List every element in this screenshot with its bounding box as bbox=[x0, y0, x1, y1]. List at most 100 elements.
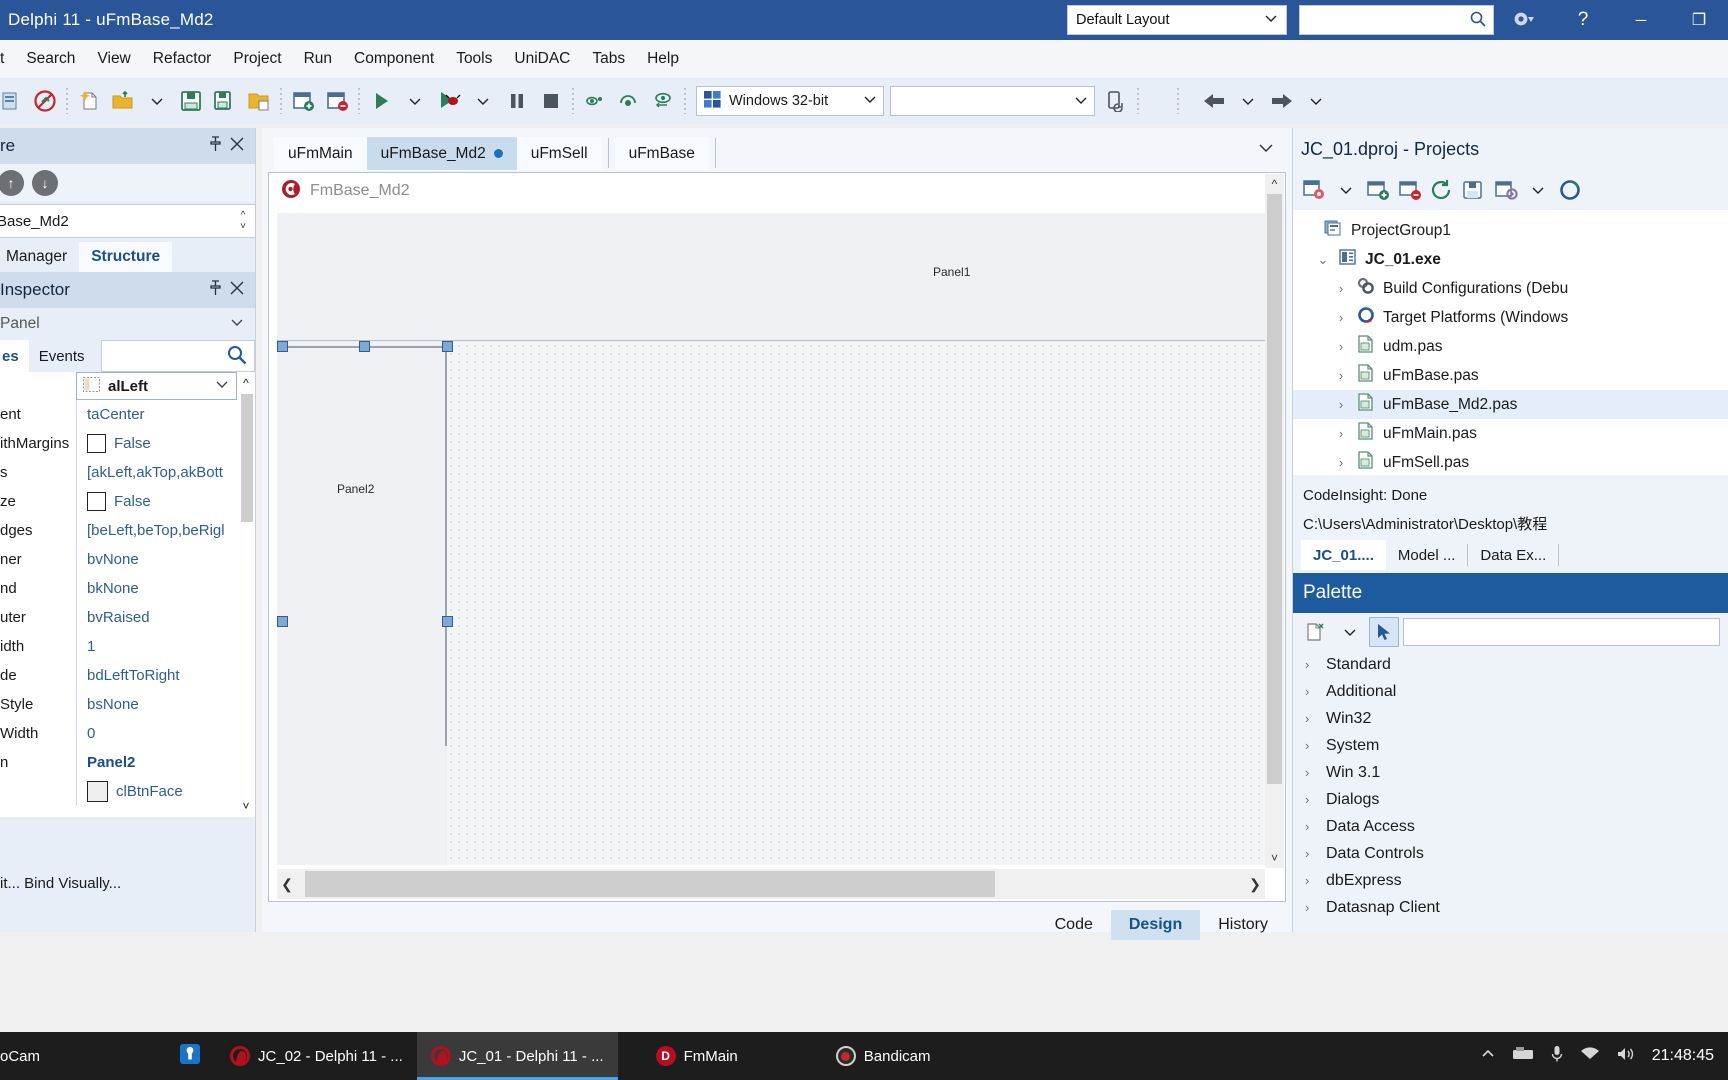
open-file-dropdown-icon[interactable] bbox=[140, 81, 174, 121]
menu-item-refactor[interactable]: Refactor bbox=[142, 40, 223, 78]
chevron-right-icon[interactable]: › bbox=[1305, 711, 1317, 726]
property-row[interactable]: uter bvRaised bbox=[0, 603, 255, 632]
navigate-forward-icon[interactable] bbox=[1265, 81, 1299, 121]
tab-jc01-project[interactable]: JC_01.... bbox=[1301, 540, 1386, 570]
tree-item-ufmbase-md2-pas[interactable]: › uFmBase_Md2.pas bbox=[1293, 390, 1728, 419]
tab-manager[interactable]: Manager bbox=[0, 242, 79, 272]
scrollbar-thumb[interactable] bbox=[241, 394, 253, 522]
object-inspector-scrollbar[interactable]: ^ ˅ bbox=[237, 372, 255, 817]
target-platform-circle-icon[interactable] bbox=[1555, 175, 1585, 205]
open-project-icon[interactable] bbox=[0, 81, 28, 121]
chevron-right-icon[interactable]: › bbox=[1305, 738, 1317, 753]
menu-item-tools[interactable]: Tools bbox=[445, 40, 503, 78]
palette-category-system[interactable]: › System bbox=[1293, 732, 1728, 759]
view-button-code[interactable]: Code bbox=[1037, 910, 1111, 940]
scroll-left-icon[interactable]: ❮ bbox=[277, 876, 297, 893]
design-panel1[interactable]: Panel1 bbox=[277, 213, 1265, 341]
property-value[interactable]: taCenter bbox=[76, 400, 255, 429]
trace-into-icon[interactable] bbox=[578, 81, 612, 121]
palette-category-standard[interactable]: › Standard bbox=[1293, 651, 1728, 678]
palette-category-data-access[interactable]: › Data Access bbox=[1293, 813, 1728, 840]
tray-microphone-icon[interactable] bbox=[1550, 1045, 1564, 1067]
tray-expand-icon[interactable] bbox=[1480, 1047, 1496, 1065]
form-designer[interactable]: FmBase_Md2 Panel1 Panel2 ^ ˅ ❮ ❯ bbox=[268, 172, 1286, 902]
property-value[interactable]: 1 bbox=[76, 632, 255, 661]
property-row[interactable]: de bdLeftToRight bbox=[0, 661, 255, 690]
hscrollbar-thumb[interactable] bbox=[305, 871, 995, 897]
tray-hardware-icon[interactable] bbox=[1512, 1046, 1534, 1066]
back-dropdown-icon[interactable] bbox=[1231, 81, 1265, 121]
move-down-icon[interactable]: ↓ bbox=[32, 170, 58, 196]
scroll-up-icon[interactable]: ^ bbox=[1272, 177, 1278, 191]
bind-visually-link[interactable]: it... Bind Visually... bbox=[0, 875, 121, 892]
menu-item-component[interactable]: Component bbox=[343, 40, 445, 78]
property-value[interactable]: bvNone bbox=[76, 545, 255, 574]
run-to-cursor-icon[interactable] bbox=[646, 81, 680, 121]
tab-model-view[interactable]: Model ... bbox=[1386, 540, 1468, 570]
view-button-design[interactable]: Design bbox=[1110, 910, 1201, 940]
run-dropdown-2-icon[interactable] bbox=[466, 81, 500, 121]
menu-item-run[interactable]: Run bbox=[293, 40, 343, 78]
property-row[interactable]: idth 1 bbox=[0, 632, 255, 661]
chevron-right-icon[interactable]: › bbox=[1305, 792, 1317, 807]
design-client-area[interactable] bbox=[447, 342, 1265, 865]
property-value[interactable]: False bbox=[76, 429, 255, 458]
property-value[interactable]: bsNone bbox=[76, 690, 255, 719]
property-row[interactable]: Style bsNone bbox=[0, 690, 255, 719]
property-value[interactable]: Panel2 bbox=[76, 748, 255, 777]
projects-options-dropdown-icon[interactable] bbox=[1523, 175, 1553, 205]
property-row[interactable]: ithMargins False bbox=[0, 429, 255, 458]
new-file-icon[interactable] bbox=[72, 81, 106, 121]
taskbar-item-jc02-delphi[interactable]: JC_02 - Delphi 11 - ... bbox=[216, 1032, 417, 1080]
designer-vertical-scrollbar[interactable]: ^ ˅ bbox=[1265, 174, 1284, 868]
palette-category-dialogs[interactable]: › Dialogs bbox=[1293, 786, 1728, 813]
run-dropdown-icon[interactable] bbox=[398, 81, 432, 121]
palette-category-win32[interactable]: › Win32 bbox=[1293, 705, 1728, 732]
resize-handle-mid-right[interactable] bbox=[442, 616, 453, 627]
palette-category-win31[interactable]: › Win 3.1 bbox=[1293, 759, 1728, 786]
step-over-icon[interactable] bbox=[612, 81, 646, 121]
taskbar-item-tortoise[interactable] bbox=[164, 1032, 216, 1080]
resize-handle-top-right[interactable] bbox=[442, 341, 453, 352]
property-row[interactable]: ner bvNone bbox=[0, 545, 255, 574]
tray-network-icon[interactable] bbox=[1580, 1046, 1600, 1066]
menu-item-search[interactable]: Search bbox=[15, 40, 86, 78]
palette-dropdown-icon[interactable] bbox=[1335, 617, 1365, 647]
property-value[interactable]: [akLeft,akTop,akBott bbox=[76, 458, 255, 487]
tree-expander[interactable]: › bbox=[1333, 368, 1349, 383]
palette-category-dbexpress[interactable]: › dbExpress bbox=[1293, 867, 1728, 894]
stop-icon[interactable] bbox=[534, 81, 568, 121]
scroll-up-icon[interactable]: ^ bbox=[243, 376, 249, 390]
property-row[interactable]: clBtnFace bbox=[0, 777, 255, 806]
taskbar-item-jc01-delphi[interactable]: JC_01 - Delphi 11 - ... bbox=[416, 1032, 618, 1080]
tree-expander[interactable]: › bbox=[1333, 310, 1349, 325]
remove-from-project-icon[interactable] bbox=[320, 81, 354, 121]
tree-expander[interactable]: › bbox=[1333, 339, 1349, 354]
designer-horizontal-scrollbar[interactable]: ❮ ❯ bbox=[277, 869, 1265, 899]
refresh-device-icon[interactable] bbox=[1099, 81, 1133, 121]
tree-item-udm-pas[interactable]: › udm.pas bbox=[1293, 332, 1728, 361]
view-project-source-icon[interactable] bbox=[1299, 175, 1329, 205]
property-row[interactable]: dges [beLeft,beTop,beRigl bbox=[0, 516, 255, 545]
editor-tab-ufmmain[interactable]: uFmMain bbox=[274, 137, 367, 170]
projects-tree[interactable]: ProjectGroup1 ⌄ JC_01.exe › Build Config… bbox=[1293, 210, 1728, 475]
property-value[interactable]: [beLeft,beTop,beRigl bbox=[76, 516, 255, 545]
resize-handle-mid-left[interactable] bbox=[277, 616, 288, 627]
tree-item-ufmsell-pas[interactable]: › uFmSell.pas bbox=[1293, 448, 1728, 475]
tab-events[interactable]: Events bbox=[29, 340, 95, 372]
editor-tab-ufmsell[interactable]: uFmSell bbox=[516, 137, 602, 170]
chevron-right-icon[interactable]: › bbox=[1305, 873, 1317, 888]
menu-item-tabs[interactable]: Tabs bbox=[581, 40, 636, 78]
gear-icon[interactable] bbox=[1494, 0, 1554, 40]
chevron-right-icon[interactable]: › bbox=[1305, 846, 1317, 861]
tab-overflow-icon[interactable] bbox=[1256, 141, 1292, 158]
layout-selector[interactable]: Default Layout bbox=[1067, 5, 1287, 35]
tray-volume-icon[interactable] bbox=[1616, 1046, 1636, 1066]
menu-item-help[interactable]: Help bbox=[636, 40, 690, 78]
property-search-input[interactable] bbox=[100, 340, 255, 372]
property-row[interactable]: s [akLeft,akTop,akBott bbox=[0, 458, 255, 487]
form-surface[interactable]: Panel1 Panel2 bbox=[277, 213, 1265, 865]
remove-file-from-project-icon[interactable] bbox=[1395, 175, 1425, 205]
checkbox-unchecked-icon[interactable] bbox=[87, 434, 106, 453]
open-file-icon[interactable] bbox=[106, 81, 140, 121]
